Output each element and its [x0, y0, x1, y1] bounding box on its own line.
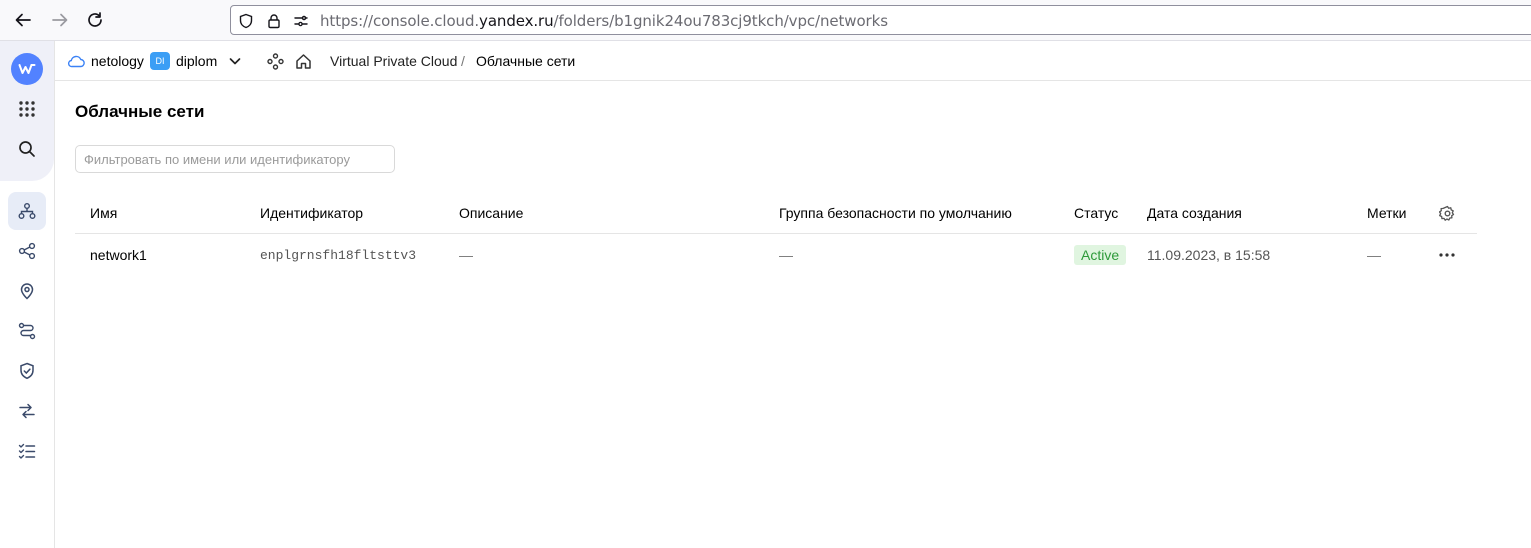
table-settings-button[interactable] [1437, 203, 1457, 223]
home-button[interactable] [295, 41, 312, 81]
home-icon [296, 53, 311, 69]
table-header-divider [75, 233, 1477, 234]
arrow-right-icon [52, 13, 68, 27]
row-name[interactable]: network1 [90, 247, 147, 263]
column-header-created[interactable]: Дата создания [1147, 205, 1242, 221]
column-header-status[interactable]: Статус [1074, 205, 1118, 221]
url-prefix: https://console.cloud. [320, 12, 480, 30]
column-header-security-group[interactable]: Группа безопасности по умолчанию [779, 205, 1012, 221]
row-actions-button[interactable] [1437, 245, 1457, 265]
url-path: /folders/b1gnik24ou783cj9tkch/vpc/networ… [553, 12, 888, 30]
row-id: enplgrnsfh18fltsttv3 [260, 248, 417, 263]
folder-selector[interactable]: DI diplom [150, 41, 217, 81]
chevron-down-icon [229, 58, 241, 65]
cloud-selector[interactable]: netology [67, 41, 144, 81]
breadcrumb-current: Облачные сети [476, 53, 576, 69]
search-button[interactable] [8, 130, 46, 168]
vpc-networks-icon [18, 203, 36, 219]
row-security-group: — [779, 247, 793, 263]
services-map-button[interactable] [267, 41, 284, 81]
folder-badge: DI [150, 52, 170, 70]
routes-icon [18, 322, 36, 340]
nav-cloud-networks[interactable] [8, 192, 46, 230]
nav-gateways[interactable] [8, 392, 46, 430]
breadcrumb-service[interactable]: Virtual Private Cloud [330, 41, 457, 81]
back-button[interactable] [12, 9, 34, 31]
filter-input[interactable] [75, 145, 395, 173]
all-services-button[interactable] [8, 90, 46, 128]
nav-route-tables[interactable] [8, 312, 46, 350]
lock-icon[interactable] [265, 12, 283, 30]
nav-addresses[interactable] [8, 272, 46, 310]
address-bar[interactable]: https://console.cloud.yandex.ru/folders/… [230, 5, 1531, 35]
grid-icon [19, 101, 35, 117]
checklist-icon [18, 443, 36, 459]
column-header-labels[interactable]: Метки [1367, 205, 1407, 221]
browser-toolbar: https://console.cloud.yandex.ru/folders/… [0, 0, 1531, 41]
more-horizontal-icon [1439, 253, 1455, 257]
tracking-shield-icon[interactable] [237, 12, 255, 30]
row-labels: — [1367, 247, 1381, 263]
row-description: — [459, 247, 473, 263]
page-title: Облачные сети [75, 102, 205, 121]
nav-ip-addresses[interactable] [8, 232, 46, 270]
services-icon [267, 52, 284, 70]
breadcrumb-separator: / [461, 53, 465, 69]
transfer-icon [19, 403, 35, 419]
reload-button[interactable] [84, 9, 106, 31]
forward-button[interactable] [49, 9, 71, 31]
permissions-icon[interactable] [292, 12, 310, 30]
search-icon [19, 141, 35, 157]
status-badge: Active [1074, 245, 1127, 265]
url-domain: yandex.ru [479, 12, 554, 30]
reload-icon [88, 12, 102, 27]
service-rail [0, 41, 55, 548]
folder-name: diplom [176, 53, 218, 69]
cloud-logo-icon [11, 53, 43, 85]
console-header: netology DI diplom Virtual Private Cloud… [55, 41, 1531, 81]
url-text[interactable]: https://console.cloud.yandex.ru/folders/… [320, 12, 888, 30]
cloud-icon [67, 55, 85, 68]
nav-security-groups[interactable] [8, 352, 46, 390]
column-header-description[interactable]: Описание [459, 205, 523, 221]
location-pin-icon [20, 283, 34, 300]
column-header-id[interactable]: Идентификатор [260, 205, 363, 221]
yandex-cloud-logo[interactable] [8, 50, 46, 88]
folder-dropdown-button[interactable] [228, 41, 242, 81]
arrow-left-icon [15, 13, 31, 27]
shield-icon [20, 362, 34, 380]
row-created: 11.09.2023, в 15:58 [1147, 247, 1271, 263]
share-icon [18, 242, 36, 260]
nav-operations[interactable] [8, 432, 46, 470]
column-header-name[interactable]: Имя [90, 205, 117, 221]
gear-icon [1438, 205, 1454, 221]
cloud-name: netology [91, 53, 144, 69]
